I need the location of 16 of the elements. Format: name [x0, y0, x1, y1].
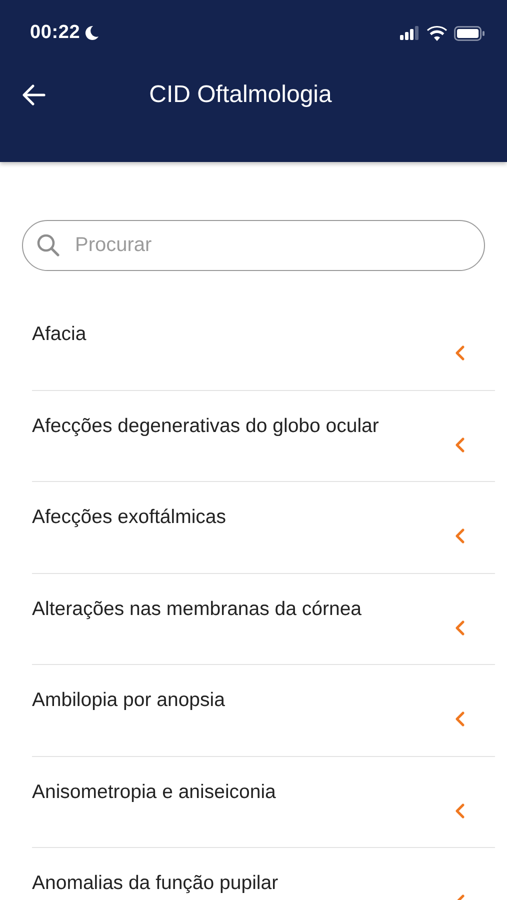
list-item[interactable]: Afecções degenerativas do globo ocular: [32, 390, 495, 482]
search-field[interactable]: Procurar: [22, 220, 485, 271]
moon-icon: [84, 25, 100, 41]
list-item[interactable]: Alterações nas membranas da córnea: [32, 574, 495, 665]
battery-icon: [454, 26, 485, 40]
list-item[interactable]: Afacia: [32, 299, 495, 390]
back-button[interactable]: [22, 84, 46, 106]
status-time: 00:22: [30, 22, 80, 44]
page-title: CID Oftalmologia: [148, 81, 333, 109]
list-item[interactable]: Anomalias da função pupilar: [32, 848, 495, 900]
search-icon: [36, 233, 60, 257]
wifi-icon: [427, 26, 447, 40]
list-item[interactable]: Afecções exoftálmicas: [32, 482, 495, 574]
list-item[interactable]: Ambilopia por anopsia: [32, 665, 495, 756]
list-item[interactable]: Anisometropia e aniseiconia: [32, 756, 495, 848]
signal-icon: [400, 26, 420, 40]
